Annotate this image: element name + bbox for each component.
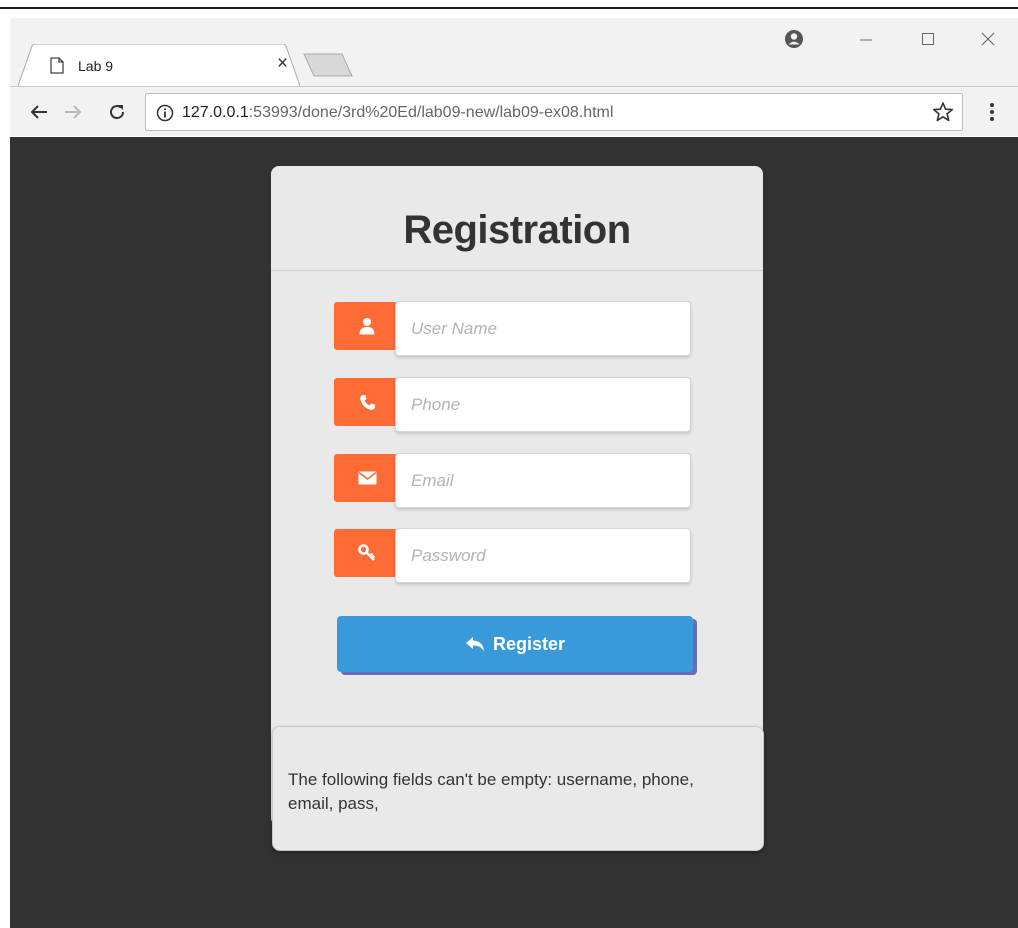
url-host: 127.0.0.1 — [182, 104, 249, 121]
email-field — [334, 453, 692, 509]
phone-field — [334, 377, 692, 433]
star-icon[interactable] — [932, 101, 954, 123]
validation-message: The following fields can't be empty: use… — [288, 770, 694, 813]
kebab-menu-icon[interactable] — [980, 99, 1004, 125]
username-icon-box — [334, 302, 400, 350]
new-tab-button[interactable] — [302, 52, 354, 78]
url-text: 127.0.0.1:53993/done/3rd%20Ed/lab09-new/… — [182, 104, 613, 122]
reply-icon — [465, 637, 484, 651]
minimize-icon — [860, 39, 872, 41]
browser-chrome: Lab 9 × 127.0.0.1:53993/done/3rd%20Ed/la… — [10, 18, 1018, 136]
window-close-button[interactable] — [968, 24, 1008, 54]
tab-strip: Lab 9 × — [10, 18, 1018, 86]
username-field — [334, 301, 692, 357]
validation-message-box: The following fields can't be empty: use… — [272, 726, 764, 851]
register-button[interactable]: Register — [337, 616, 693, 672]
email-icon-box — [334, 454, 400, 502]
close-icon — [981, 32, 995, 46]
browser-toolbar: 127.0.0.1:53993/done/3rd%20Ed/lab09-new/… — [10, 86, 1018, 136]
password-icon-box — [334, 529, 400, 577]
register-label: Register — [492, 633, 566, 654]
back-button[interactable] — [26, 99, 52, 125]
key-icon — [358, 544, 376, 561]
info-icon[interactable] — [156, 104, 174, 122]
phone-icon-box — [334, 378, 400, 426]
reload-icon — [110, 105, 125, 120]
phone-icon — [359, 394, 375, 410]
url-path: :53993/done/3rd%20Ed/lab09-new/lab09-ex0… — [248, 104, 614, 121]
maximize-icon — [922, 33, 934, 45]
maximize-button[interactable] — [908, 24, 948, 54]
email-input[interactable] — [395, 453, 691, 508]
phone-input[interactable] — [395, 377, 691, 432]
form-title: Registration — [403, 208, 631, 252]
password-input[interactable] — [395, 528, 691, 583]
arrow-left-icon — [30, 105, 47, 119]
password-field — [334, 528, 692, 584]
title-divider — [271, 270, 763, 271]
minimize-button[interactable] — [846, 24, 886, 54]
reload-button[interactable] — [104, 99, 130, 125]
top-rule — [0, 7, 1018, 9]
address-bar[interactable]: 127.0.0.1:53993/done/3rd%20Ed/lab09-new/… — [145, 93, 963, 131]
browser-tab[interactable]: Lab 9 × — [18, 44, 300, 86]
envelope-icon — [358, 471, 376, 485]
tab-title: Lab 9 — [78, 58, 114, 74]
username-input[interactable] — [395, 301, 691, 356]
profile-icon[interactable] — [784, 29, 804, 49]
page-viewport: Registration User Name Phone Email Regis… — [10, 137, 1018, 928]
arrow-right-icon — [65, 105, 82, 119]
tab-close-icon[interactable]: × — [277, 53, 288, 75]
forward-button[interactable] — [60, 99, 86, 125]
user-icon — [359, 318, 375, 335]
document-icon — [50, 57, 64, 74]
